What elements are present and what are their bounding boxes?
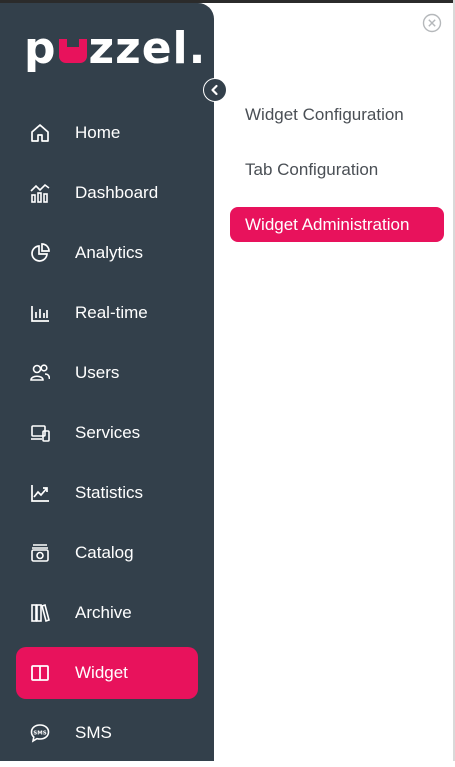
sidebar-item-widget[interactable]: Widget — [16, 647, 198, 699]
sidebar-item-statistics[interactable]: Statistics — [16, 467, 198, 519]
close-circle-icon[interactable] — [422, 13, 442, 33]
sidebar-item-label: SMS — [75, 723, 112, 742]
sidebar-item-home[interactable]: Home — [16, 107, 198, 159]
home-icon — [31, 124, 49, 142]
sidebar-nav: Home Dashboard Analytics Real-time Users… — [16, 107, 198, 767]
sidebar-item-label: Statistics — [75, 483, 144, 502]
sidebar-item-label: Users — [75, 363, 120, 382]
sidebar-item-label: Real-time — [75, 303, 148, 322]
sidebar: p zzel. Home Dashboard Analytics Real-ti… — [0, 3, 214, 761]
dashboard-icon — [30, 183, 50, 203]
sidebar-item-label: Dashboard — [75, 183, 159, 202]
submenu-item-tab-configuration[interactable]: Tab Configuration — [230, 152, 444, 187]
users-icon — [30, 364, 50, 381]
sms-icon: SMS — [30, 724, 50, 743]
sidebar-item-label: Analytics — [75, 243, 144, 262]
devices-icon — [31, 425, 50, 442]
sidebar-item-users[interactable]: Users — [16, 347, 198, 399]
logo-text-left: p — [24, 23, 57, 74]
sidebar-item-label: Services — [75, 423, 141, 442]
sidebar-item-catalog[interactable]: Catalog — [16, 527, 198, 579]
sidebar-collapse-button[interactable] — [203, 78, 227, 102]
sidebar-item-label: Archive — [75, 603, 132, 622]
sidebar-item-label: Widget — [75, 663, 128, 682]
sidebar-item-services[interactable]: Services — [16, 407, 198, 459]
sidebar-item-label: Home — [75, 123, 121, 142]
sidebar-item-sms[interactable]: SMS SMS — [16, 707, 198, 759]
submenu-item-widget-administration[interactable]: Widget Administration — [230, 207, 444, 242]
bar-chart-icon — [31, 306, 49, 322]
widget-icon — [31, 665, 49, 681]
sidebar-item-dashboard[interactable]: Dashboard — [16, 167, 198, 219]
puzzel-logo: p zzel. — [24, 27, 206, 75]
sidebar-item-real-time[interactable]: Real-time — [16, 287, 198, 339]
sidebar-item-analytics[interactable]: Analytics — [16, 227, 198, 279]
line-chart-icon — [31, 485, 49, 502]
sidebar-item-label: Catalog — [75, 543, 134, 562]
archive-icon — [31, 603, 50, 623]
chevron-left-icon — [211, 84, 218, 96]
sidebar-item-archive[interactable]: Archive — [16, 587, 198, 639]
svg-text:SMS: SMS — [33, 730, 46, 736]
pie-chart-icon — [31, 243, 50, 262]
submenu-item-widget-configuration[interactable]: Widget Configuration — [230, 97, 444, 132]
logo-puzzle-mark — [58, 33, 87, 63]
catalog-icon — [31, 544, 49, 562]
logo-text-right: zzel. — [88, 23, 207, 74]
widget-submenu: Widget Configuration Tab Configuration W… — [230, 97, 444, 262]
